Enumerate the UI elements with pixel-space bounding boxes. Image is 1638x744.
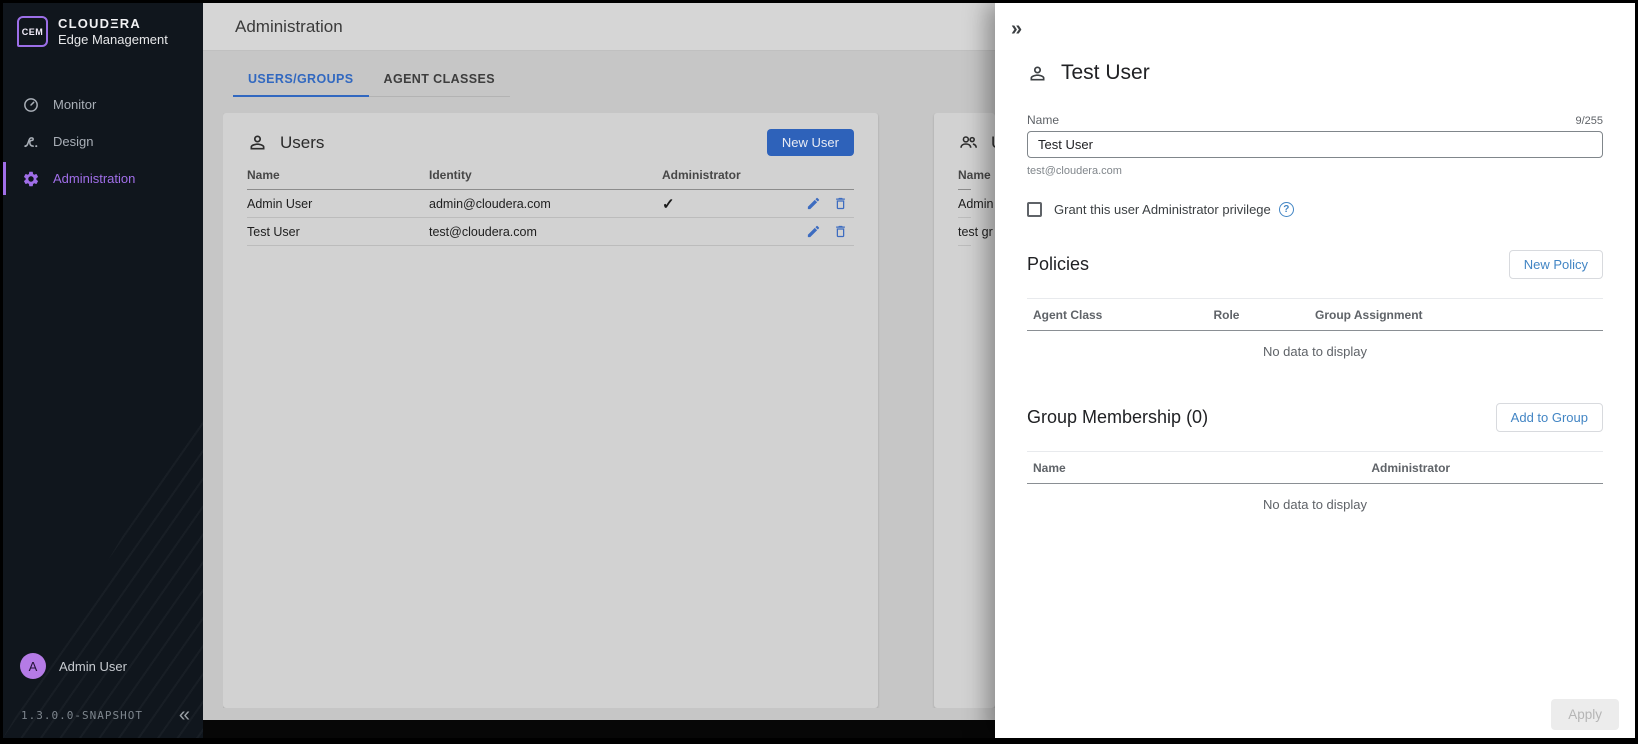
admin-privilege-label: Grant this user Administrator privilege <box>1054 202 1271 217</box>
column-header-name: Name <box>958 168 991 182</box>
sidebar-item-label: Administration <box>53 171 135 186</box>
help-icon[interactable]: ? <box>1279 202 1294 217</box>
drawer-collapse-icon[interactable]: » <box>995 3 1022 39</box>
cem-logo-badge: CEM <box>17 16 48 47</box>
admin-privilege-checkbox[interactable] <box>1027 202 1042 217</box>
edit-pencil-icon[interactable] <box>806 224 821 239</box>
name-char-counter: 9/255 <box>1575 115 1603 127</box>
app-window: CEM CLOUDΞRA Edge Management Monitor Des… <box>3 3 1635 738</box>
apply-button[interactable]: Apply <box>1551 699 1619 730</box>
person-icon <box>247 132 268 153</box>
avatar: A <box>20 653 46 679</box>
brand-product: Edge Management <box>58 32 168 47</box>
tab-bar: USERS/GROUPS AGENT CLASSES <box>233 72 510 97</box>
sidebar-item-design[interactable]: Design <box>3 125 203 158</box>
table-row-group[interactable]: test gr <box>958 218 971 246</box>
edit-pencil-icon[interactable] <box>806 196 821 211</box>
column-header-role: Role <box>1213 308 1315 322</box>
cell-identity: admin@cloudera.com <box>429 197 636 211</box>
brand-logo: CEM CLOUDΞRA Edge Management <box>3 3 203 60</box>
column-header-group-assignment: Group Assignment <box>1315 308 1597 322</box>
gear-icon <box>22 170 40 188</box>
column-header-administrator: Administrator <box>636 168 766 182</box>
main-area: Administration USERS/GROUPS AGENT CLASSE… <box>203 3 995 738</box>
gauge-icon <box>22 96 40 114</box>
page-header: Administration <box>203 3 995 51</box>
tab-users-groups[interactable]: USERS/GROUPS <box>233 72 369 97</box>
brand-name: CLOUDΞRA <box>58 16 168 31</box>
delete-trash-icon[interactable] <box>833 196 848 211</box>
cell-name: Test User <box>247 225 429 239</box>
user-groups-card: Us Name Admin test gr <box>934 113 995 708</box>
tab-agent-classes[interactable]: AGENT CLASSES <box>369 72 510 97</box>
column-header-name: Name <box>247 168 429 182</box>
membership-table-header: Name Administrator <box>1027 452 1603 484</box>
sidebar: CEM CLOUDΞRA Edge Management Monitor Des… <box>3 3 203 738</box>
column-header-identity: Identity <box>429 168 636 182</box>
column-header-name: Name <box>1033 461 1371 475</box>
sidebar-item-label: Monitor <box>53 97 96 112</box>
cell-identity: test@cloudera.com <box>429 225 636 239</box>
table-row-test-user[interactable]: Test User test@cloudera.com <box>247 218 854 246</box>
person-icon <box>1027 63 1048 84</box>
delete-trash-icon[interactable] <box>833 224 848 239</box>
sidebar-collapse-icon[interactable]: « <box>179 705 190 725</box>
page-title: Administration <box>235 17 343 37</box>
cell-name: test gr <box>958 225 993 239</box>
name-input[interactable] <box>1027 131 1603 158</box>
app-version: 1.3.0.0-SNAPSHOT <box>21 709 143 722</box>
cell-name: Admin <box>958 197 993 211</box>
current-user-name: Admin User <box>59 659 127 674</box>
add-to-group-button[interactable]: Add to Group <box>1496 403 1603 432</box>
people-icon <box>958 132 979 153</box>
current-user[interactable]: A Admin User <box>3 653 203 679</box>
user-detail-drawer: » Test User Name 9/255 test@cloudera.com… <box>995 3 1635 738</box>
new-policy-button[interactable]: New Policy <box>1509 250 1603 279</box>
sidebar-item-administration[interactable]: Administration <box>3 162 203 195</box>
administrator-check-icon: ✓ <box>662 196 675 213</box>
column-header-administrator: Administrator <box>1371 461 1597 475</box>
policies-empty-state: No data to display <box>1027 331 1603 372</box>
flow-design-icon <box>22 133 40 151</box>
table-row-admin-user[interactable]: Admin User admin@cloudera.com ✓ <box>247 190 854 218</box>
column-header-agent-class: Agent Class <box>1033 308 1213 322</box>
groups-table-header: Name <box>958 168 971 190</box>
sidebar-nav: Monitor Design Administration <box>3 88 203 195</box>
policies-table-header: Agent Class Role Group Assignment <box>1027 299 1603 331</box>
new-user-button[interactable]: New User <box>767 129 854 156</box>
group-membership-title: Group Membership (0) <box>1027 407 1208 428</box>
table-row-group[interactable]: Admin <box>958 190 971 218</box>
policies-title: Policies <box>1027 254 1089 275</box>
drawer-title: Test User <box>1061 61 1150 85</box>
sidebar-item-label: Design <box>53 134 93 149</box>
sidebar-item-monitor[interactable]: Monitor <box>3 88 203 121</box>
identity-helper-text: test@cloudera.com <box>1027 165 1603 177</box>
users-card-title: Users <box>280 133 324 153</box>
users-card: Users New User Name Identity Administrat… <box>223 113 878 708</box>
name-field-label: Name <box>1027 113 1059 127</box>
users-table-header: Name Identity Administrator <box>247 168 854 190</box>
membership-empty-state: No data to display <box>1027 484 1603 525</box>
cell-name: Admin User <box>247 197 429 211</box>
